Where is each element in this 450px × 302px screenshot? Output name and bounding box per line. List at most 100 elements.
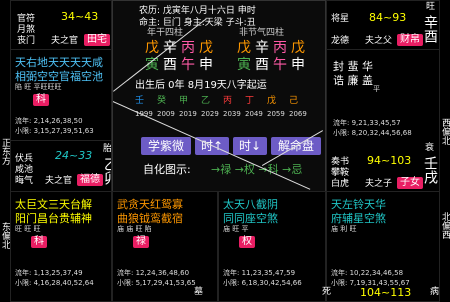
palace-age-range: 34~43 <box>61 10 99 23</box>
small-label-2: 龙德 <box>331 36 350 46</box>
dayun-year-4: 2029 <box>201 110 219 118</box>
palace-bottom-1[interactable]: 太巨文三天台解 阳门昌台贵辅神 旺 旺 旺 科 流年: 1,13,25,37,4… <box>10 191 112 302</box>
palace-growth-mark: 胎 <box>103 144 112 154</box>
dayun-year-6: 2049 <box>245 110 263 118</box>
pillar-label-right: 非节气四柱 <box>239 28 285 38</box>
pillar-right-branch-1: 寅 <box>237 57 251 73</box>
liu-nian-years: 流年: 12,24,36,48,60 <box>117 269 190 277</box>
palace-growth-mark: 衰 <box>425 143 435 153</box>
xiao-xian-years: 小限: 4,16,28,40,52,64 <box>15 279 94 287</box>
pillar-left-stem-4: 戊 <box>199 40 213 56</box>
palace-name-badge[interactable]: 田宅 <box>84 34 110 46</box>
palace-fu-de[interactable]: 24~33 伏兵 咸池 晦气 夫之官 福德 乙卯 胎 <box>10 140 112 192</box>
small-label-2: 攀鞍 <box>331 168 350 178</box>
dayun-stem-1: 壬 <box>135 96 145 106</box>
direction-label-right-bottom: 北偏西 <box>440 212 450 239</box>
dayun-year-3: 2019 <box>179 110 197 118</box>
star-row-2: 阳门昌台贵辅神 <box>15 212 92 225</box>
palace-stem-branch: 辛酉 <box>422 15 438 43</box>
palace-bottom-3[interactable]: 太天八截阴 同同座空煞 庙 旺 平 权 流年: 11,23,35,47,59 小… <box>218 191 326 302</box>
pillar-left-stem-1: 戊 <box>145 40 159 56</box>
bottom-mark-right: 死 <box>322 287 332 297</box>
star-states: 庙 旺 平 <box>223 225 249 233</box>
small-label-1: 将星 <box>331 14 350 24</box>
dayun-stem-8: 己 <box>289 96 299 106</box>
dayun-stem-5: 丙 <box>223 96 233 106</box>
palace-age-range: 24~33 <box>55 149 93 162</box>
small-label-3: 丧门 <box>17 36 36 46</box>
palace-cai-bo[interactable]: 将星 龙德 84~93 夫之父 财帛 辛酉 旺 <box>326 0 440 50</box>
time-down-button[interactable]: 时↓ <box>233 137 267 155</box>
pillar-left-branch-4: 申 <box>199 57 213 73</box>
direction-label-left-bottom: 东偏北 <box>0 222 10 249</box>
small-label-3: 白虎 <box>331 179 350 189</box>
small-label-2: 咸池 <box>15 165 34 175</box>
palace-growth-mark: 旺 <box>426 2 436 12</box>
pillar-right-stem-2: 辛 <box>255 40 269 56</box>
liu-nian-years: 流年: 9,21,33,45,57 <box>333 119 401 127</box>
star-states: 庙 利 旺 <box>331 225 357 233</box>
dayun-year-5: 2039 <box>223 110 241 118</box>
palace-age-range: 94~103 <box>367 154 412 167</box>
small-label-3: 晦气 <box>15 176 34 186</box>
star-row-2: 相弼空空官福空池 <box>15 70 103 83</box>
pillar-right-branch-3: 午 <box>273 57 287 73</box>
pillar-right-branch-2: 酉 <box>255 57 269 73</box>
palace-name-badge[interactable]: 福德 <box>77 174 103 186</box>
small-label-1: 伏兵 <box>15 154 34 164</box>
small-label-1: 官符 <box>17 14 36 24</box>
pillar-right-stem-4: 戊 <box>291 40 305 56</box>
dayun-strip[interactable]: 壬 癸 甲 乙 丙 丁 戊 己 1999 2009 2019 2029 2039… <box>135 93 307 119</box>
pillar-label-left: 年干四柱 <box>147 28 184 38</box>
palace-bottom-2[interactable]: 武贪天红鸳寡 曲狼钺鸾截宿 庙 庙 旺 陷 禄 流年: 12,24,36,48,… <box>112 191 218 302</box>
star-row-2: 曲狼钺鸾截宿 <box>117 212 183 225</box>
palace-tag: 夫之父 <box>365 36 393 46</box>
pillar-right-stem-3: 丙 <box>273 40 287 56</box>
bottom-mark-left: 墓 <box>194 287 204 297</box>
palace-stem-branch: 壬戌 <box>422 156 438 184</box>
hua-badge: 禄 <box>133 236 149 248</box>
dayun-stem-3: 甲 <box>179 96 189 106</box>
dayun-stem-7: 戊 <box>267 96 277 106</box>
palace-name-badge[interactable]: 财帛 <box>397 34 423 46</box>
palace-name-badge[interactable]: 子女 <box>397 177 423 189</box>
self-hua-label: 自化图示: <box>143 163 191 176</box>
xiao-xian-years: 小限: 8,20,32,44,56,68 <box>333 129 412 137</box>
palace-tag: 夫之官 <box>45 176 73 186</box>
dayun-stem-4: 乙 <box>201 96 211 106</box>
hua-legend: →禄 →权 →科 →忌 <box>211 163 303 176</box>
pillar-right-branch-4: 申 <box>291 57 305 73</box>
palace-tian-zhai[interactable]: 34~43 官符 月煞 丧门 夫之官 田宅 丙辰 养 <box>10 0 112 50</box>
liu-nian-years: 流年: 2,14,26,38,50 <box>15 117 83 125</box>
hua-ke-badge: 科 <box>33 94 49 106</box>
dayun-stem-6: 丁 <box>245 96 255 106</box>
star-states: 旺 旺 旺 <box>15 225 41 233</box>
palace-zi-nu[interactable]: 封 蜚 华 诰 廉 盖 平 流年: 9,21,33,45,57 小限: 8,20… <box>326 49 440 192</box>
dayun-year-8: 2069 <box>289 110 307 118</box>
learn-ziwei-button[interactable]: 学紫微 <box>141 137 191 155</box>
palace-stars-mid-left[interactable]: 天右地天天天天咸 相弼空空官福空池 陷 旺 平旺旺旺 科 流年: 2,14,26… <box>10 49 112 141</box>
liu-nian-years: 流年: 11,23,35,47,59 <box>223 269 296 277</box>
birth-luck-start: 出生后 0年 8月19天八字起运 <box>135 80 267 91</box>
palace-tag: 夫之子 <box>365 179 393 189</box>
star-states: 陷 旺 平旺旺旺 <box>15 83 62 91</box>
xiao-xian-years: 小限: 3,15,27,39,51,63 <box>15 127 94 135</box>
pillar-left-stem-3: 丙 <box>181 40 195 56</box>
chart-center-panel: 农历: 戊寅年八月十六日 申时 命主: 巨门 身主:天梁 子斗:丑 年干四柱 非… <box>112 0 326 192</box>
bottom-corner-mark: 病 <box>430 287 440 297</box>
palace-tag: 夫之官 <box>51 36 79 46</box>
hua-badge: 权 <box>239 236 255 248</box>
hua-badge: 科 <box>31 236 47 248</box>
direction-label-right-top: 西偏北 <box>440 118 450 145</box>
pillar-right-stem-1: 戊 <box>237 40 251 56</box>
liu-nian-years: 流年: 10,22,34,46,58 <box>331 269 404 277</box>
xiao-xian-years: 小限: 6,18,30,42,54,66 <box>223 279 302 287</box>
star-state: 平 <box>373 85 380 93</box>
star-states: 庙 庙 旺 陷 <box>117 225 152 233</box>
small-label-2: 月煞 <box>17 25 36 35</box>
star-row-2: 府辅星空煞 <box>331 212 386 225</box>
palace-age-range: 84~93 <box>369 11 407 24</box>
xiao-xian-years: 小限: 5,17,29,41,53,65 <box>117 279 196 287</box>
dayun-stem-2: 癸 <box>157 96 167 106</box>
dayun-year-7: 2059 <box>267 110 285 118</box>
